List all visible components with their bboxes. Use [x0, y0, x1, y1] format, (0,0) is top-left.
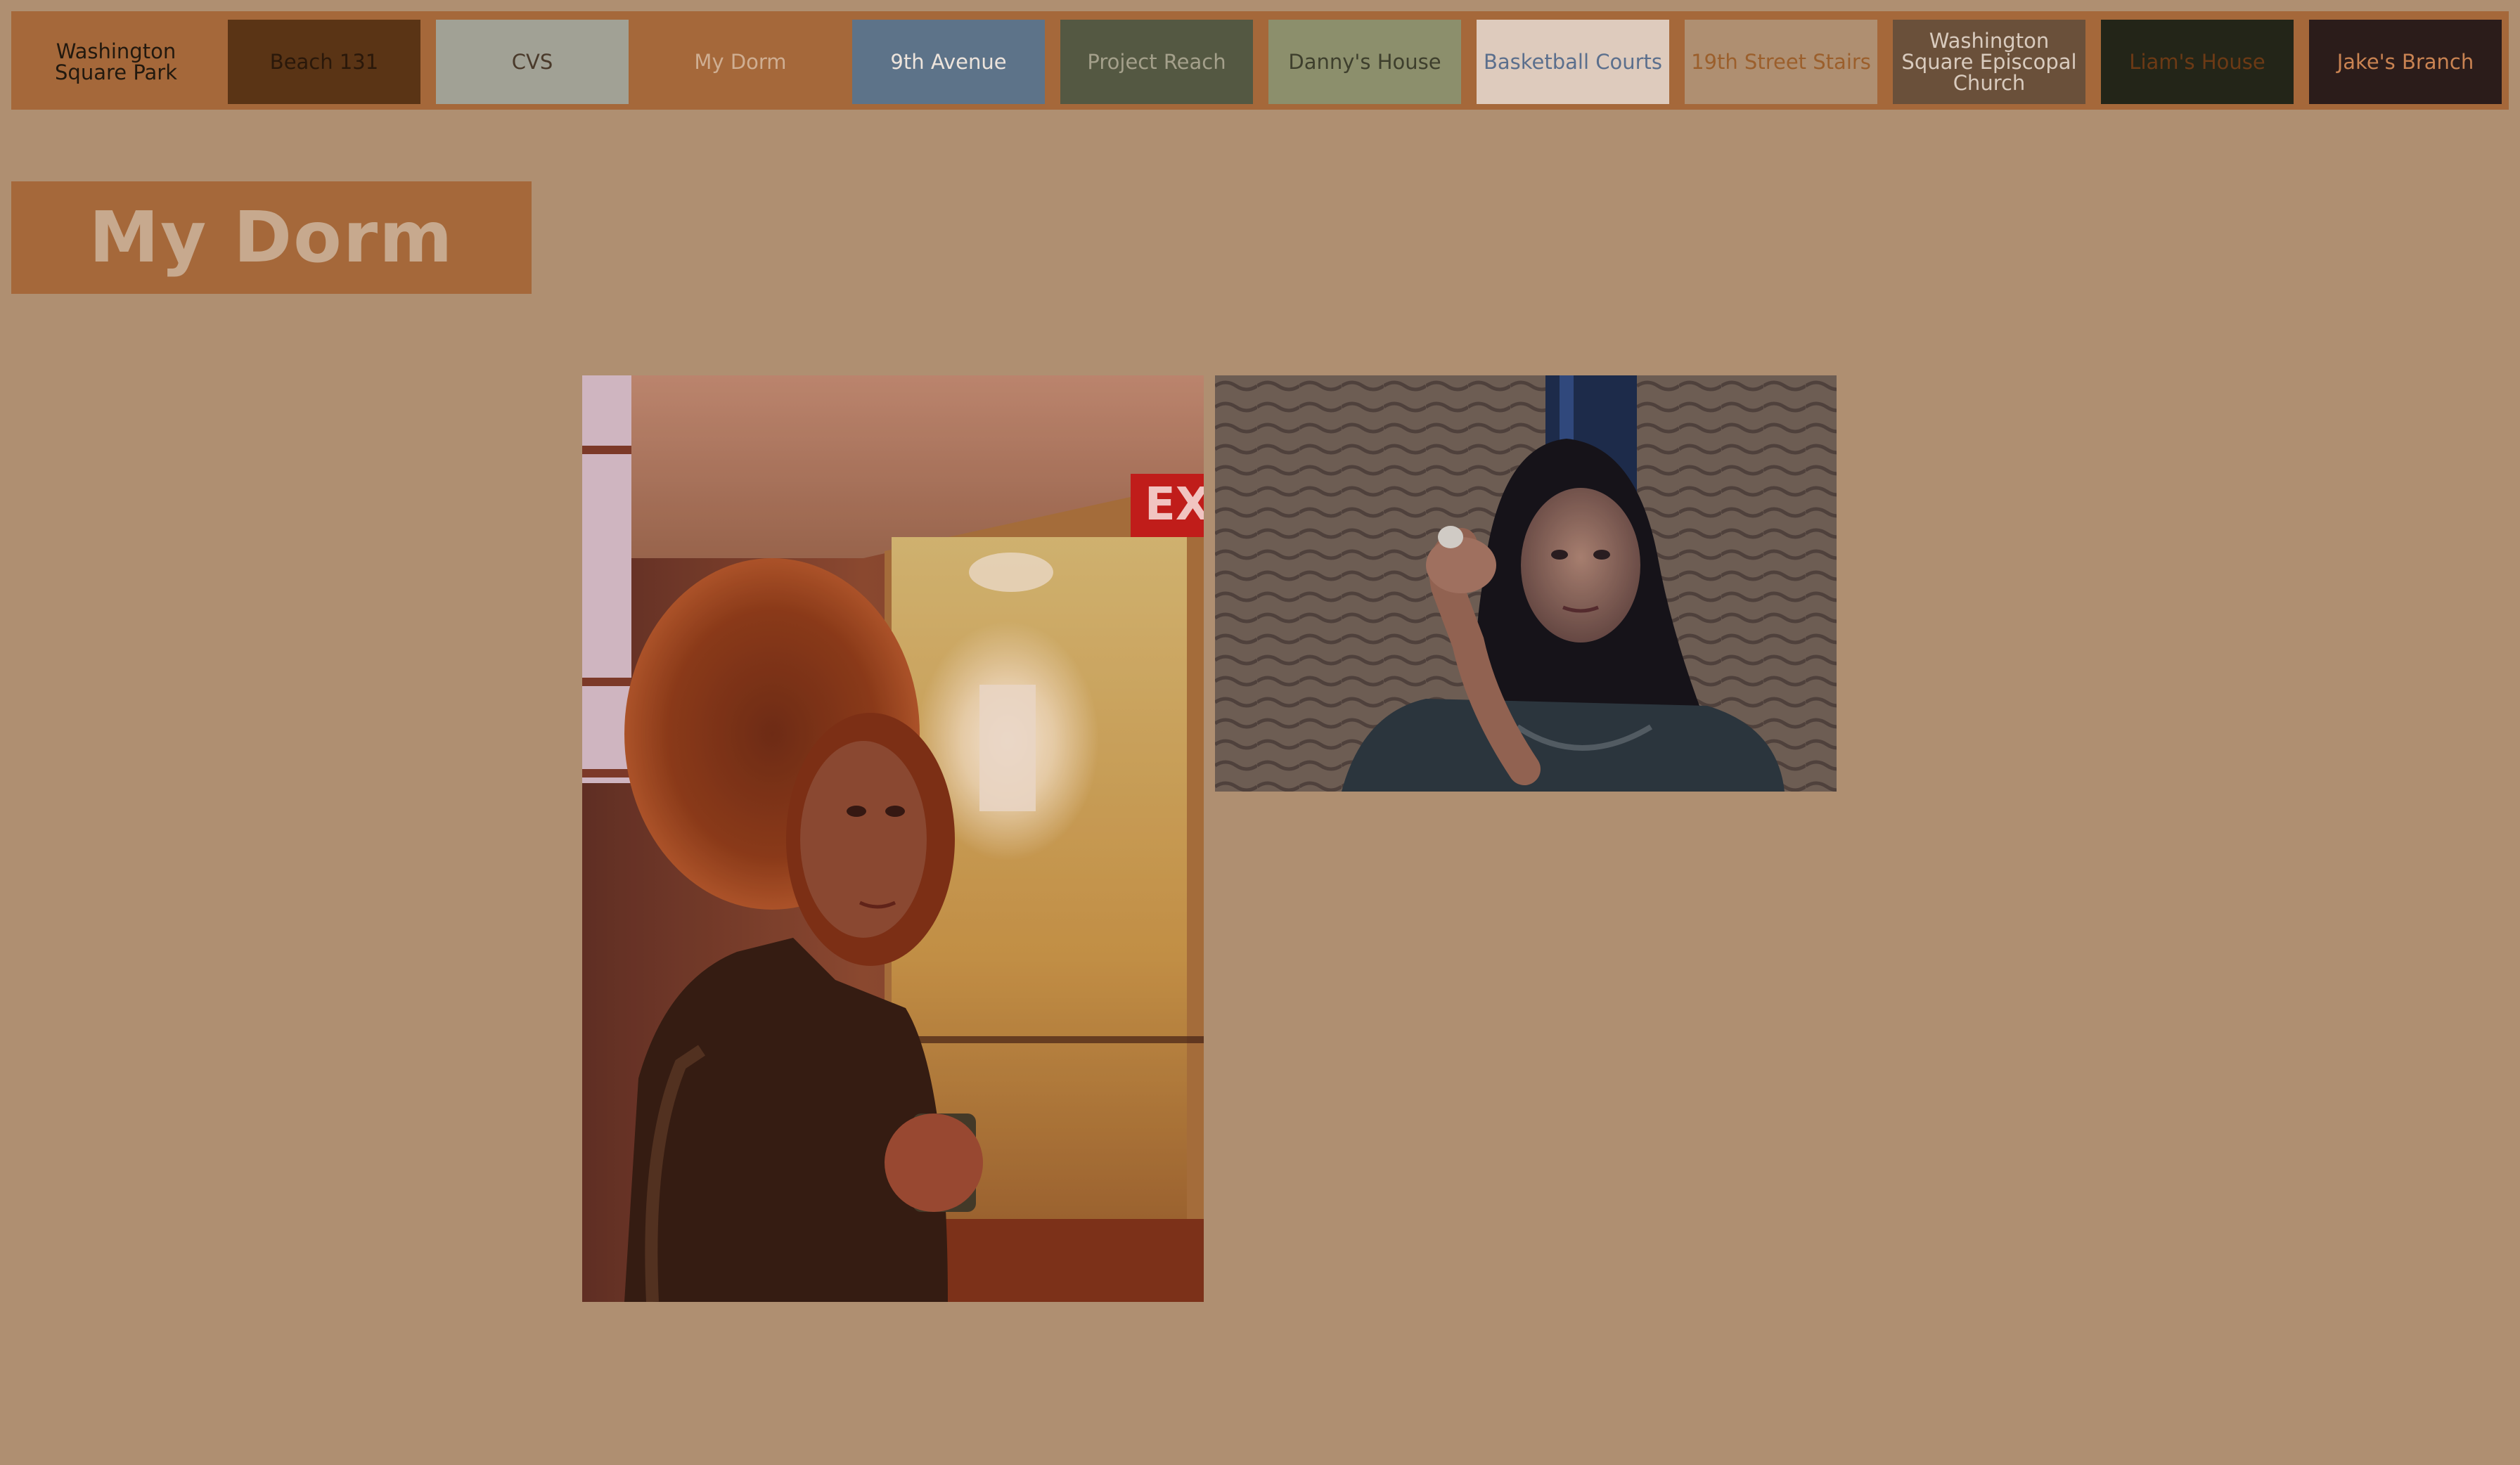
- photo-woman-waving-image: [1215, 375, 1837, 792]
- nav-tab-washington-square-episcopal-church[interactable]: Washington Square Episcopal Church: [1893, 20, 2085, 104]
- nav-tab-label: Project Reach: [1087, 49, 1226, 74]
- nav-tab-label: Washington Square Episcopal Church: [1901, 28, 2077, 96]
- nav-tab-19th-street-stairs[interactable]: 19th Street Stairs: [1685, 20, 1877, 104]
- nav-tab-dannys-house[interactable]: Danny's House: [1268, 20, 1461, 104]
- nav-tab-cvs[interactable]: CVS: [436, 20, 629, 104]
- photo-woman-hallway: EXI: [582, 375, 1204, 1302]
- nav-tab-label: Basketball Courts: [1483, 49, 1663, 74]
- nav-tab-9th-avenue[interactable]: 9th Avenue: [852, 20, 1045, 104]
- nav-tab-label: 19th Street Stairs: [1691, 49, 1871, 74]
- nav-tab-my-dorm[interactable]: My Dorm: [644, 20, 837, 104]
- nav-tab-label: Washington Square Park: [55, 39, 177, 84]
- nav-tab-project-reach[interactable]: Project Reach: [1060, 20, 1253, 104]
- nav-tab-beach-131[interactable]: Beach 131: [228, 20, 420, 104]
- nav-tab-label: 9th Avenue: [890, 49, 1007, 74]
- nav-tab-label: My Dorm: [694, 49, 787, 74]
- nav-tab-label: Beach 131: [269, 49, 379, 74]
- nav-tab-jakes-branch[interactable]: Jake's Branch: [2309, 20, 2502, 104]
- nav-tab-label: CVS: [511, 49, 553, 74]
- nav-tab-liams-house[interactable]: Liam's House: [2101, 20, 2294, 104]
- page-title: My Dorm: [89, 196, 454, 278]
- photo-woman-hallway-image: EXI: [582, 375, 1204, 1302]
- page-title-box: My Dorm: [11, 181, 532, 294]
- location-nav-bar: Washington Square Park Beach 131 CVS My …: [11, 11, 2509, 110]
- nav-tab-basketball-courts[interactable]: Basketball Courts: [1477, 20, 1669, 104]
- photo-woman-waving: [1215, 375, 1837, 792]
- nav-tab-label: Liam's House: [2129, 49, 2265, 74]
- nav-tab-washington-square-park[interactable]: Washington Square Park: [20, 20, 212, 104]
- nav-tab-label: Danny's House: [1288, 49, 1441, 74]
- nav-tab-label: Jake's Branch: [2336, 49, 2474, 74]
